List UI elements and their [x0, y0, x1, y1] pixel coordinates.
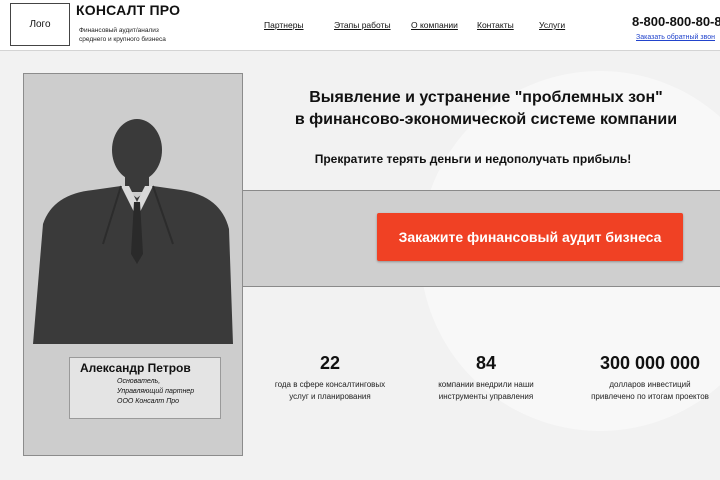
- stat-description-line2: инструменты управления: [438, 392, 534, 401]
- order-audit-button[interactable]: Закажите финансовый аудит бизнеса: [377, 213, 683, 261]
- phone-number[interactable]: 8-800-800-80-8: [632, 14, 720, 29]
- nav-about[interactable]: О компании: [411, 20, 458, 30]
- stat-description-line1: долларов инвестиций: [609, 380, 691, 389]
- nav-partners[interactable]: Партнеры: [264, 20, 304, 30]
- stat-description: долларов инвестиций привлечено по итогам…: [580, 379, 720, 403]
- stat-description: компании внедрили наши инструменты управ…: [418, 379, 554, 403]
- hero-headline: Выявление и устранение "проблемных зон" …: [262, 87, 710, 131]
- brand-name: КОНСАЛТ ПРО: [76, 2, 181, 18]
- stat-description: года в сфере консалтинговых услуг и план…: [262, 379, 398, 403]
- stat-years: 22 года в сфере консалтинговых услуг и п…: [262, 353, 398, 403]
- stat-companies: 84 компании внедрили наши инструменты уп…: [418, 353, 554, 403]
- stat-number: 300 000 000: [599, 353, 701, 373]
- brand-tagline: Финансовый аудит/анализ среднего и крупн…: [79, 26, 199, 44]
- stat-description-line2: привлечено по итогам проектов: [591, 392, 709, 401]
- founder-name: Александр Петров: [80, 361, 191, 375]
- founder-caption: Александр Петров Основатель, Управляющий…: [69, 357, 221, 419]
- brand-tagline-line1: Финансовый аудит/анализ: [79, 27, 159, 34]
- founder-role-line1: Основатель,: [117, 378, 161, 385]
- nav-contacts[interactable]: Контакты: [477, 20, 514, 30]
- founder-role-line3: ООО Консалт Про: [117, 398, 180, 405]
- founder-role-line2: Управляющий партнер: [117, 388, 195, 395]
- brand-tagline-line2: среднего и крупного бизнеса: [79, 36, 166, 43]
- hero-headline-line2: в финансово-экономической системе компан…: [294, 111, 678, 128]
- nav-work-stages[interactable]: Этапы работы: [334, 20, 391, 30]
- hero-headline-line1: Выявление и устранение "проблемных зон": [309, 89, 663, 106]
- callback-link[interactable]: Заказать обратный звон: [636, 34, 715, 41]
- founder-photo: Александр Петров Основатель, Управляющий…: [23, 73, 243, 456]
- stat-description-line1: года в сфере консалтинговых: [274, 380, 386, 389]
- hero-section: Александр Петров Основатель, Управляющий…: [0, 51, 720, 480]
- stat-number: 22: [319, 353, 341, 373]
- logo-label: Лого: [29, 19, 51, 30]
- hero-subheadline: Прекратите терять деньги и недополучать …: [314, 152, 632, 166]
- stat-description-line1: компании внедрили наши: [438, 380, 534, 389]
- stat-investments: 300 000 000 долларов инвестиций привлече…: [580, 353, 720, 403]
- founder-role: Основатель, Управляющий партнер ООО Конс…: [117, 377, 194, 407]
- stat-description-line2: услуг и планирования: [289, 392, 371, 401]
- person-silhouette-icon: [33, 119, 233, 344]
- stat-number: 84: [475, 353, 497, 373]
- site-header: Лого КОНСАЛТ ПРО Финансовый аудит/анализ…: [0, 0, 720, 51]
- nav-services[interactable]: Услуги: [539, 20, 565, 30]
- logo-placeholder[interactable]: Лого: [10, 3, 70, 46]
